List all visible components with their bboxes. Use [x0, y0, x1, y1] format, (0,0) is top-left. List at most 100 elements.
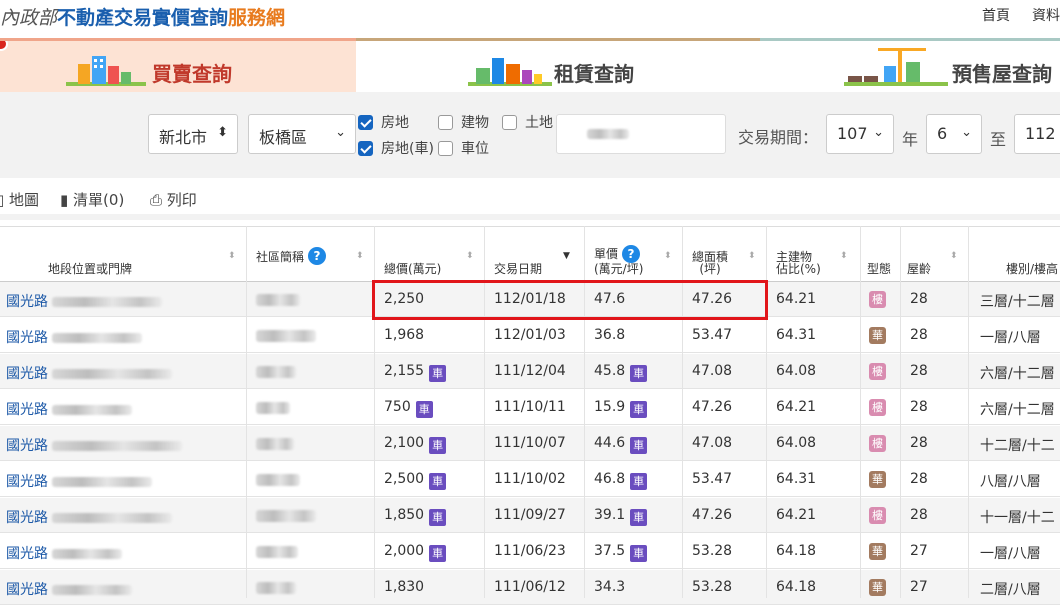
chevron-down-icon: ⌄: [873, 125, 884, 140]
road-name: 國光路: [6, 366, 48, 382]
building-type-badge: 華: [869, 327, 886, 344]
end-year-select[interactable]: 112: [1014, 114, 1060, 154]
blurred-address: [52, 405, 133, 415]
option-parking[interactable]: 車位: [438, 138, 489, 158]
location-cell[interactable]: 國光路: [6, 543, 123, 563]
checkbox-icon[interactable]: [438, 114, 453, 130]
map-label: 地圖: [9, 191, 40, 209]
table-row[interactable]: 國光路 1,830 111/06/12 34.3 53.28 64.18 華 27 二層/八層: [0, 570, 1060, 605]
col-area[interactable]: 總面積 (坪): [692, 227, 728, 283]
age-cell: 27: [910, 543, 928, 559]
tab-presale[interactable]: 預售屋查詢: [760, 38, 1060, 92]
col-floor[interactable]: 樓別/樓高: [1006, 227, 1058, 283]
table-row[interactable]: 國光路 1,850 車 111/09/27 39.1 車 47.26 64.21 樓 28 十一層…: [0, 498, 1060, 533]
data-link[interactable]: 資料: [1032, 8, 1060, 24]
printer-icon: ⎙: [150, 191, 163, 209]
blurred-community: [256, 474, 300, 486]
table-row[interactable]: 國光路 2,100 車 111/10/07 44.6 車 47.08 64.08 樓 28 十二層…: [0, 426, 1060, 461]
sort-icon[interactable]: ⬍: [228, 251, 236, 261]
blurred-text: [587, 129, 629, 139]
area-cell: 53.47: [692, 327, 733, 343]
ratio-cell: 64.08: [776, 435, 817, 451]
location-cell[interactable]: 國光路: [6, 291, 163, 311]
col-date-label: 交易日期: [494, 262, 543, 276]
sort-desc-icon[interactable]: ▼: [563, 251, 570, 261]
sort-icon[interactable]: ⬍: [840, 251, 848, 261]
date-cell: 111/06/23: [494, 543, 566, 559]
ratio-cell: 64.08: [776, 363, 817, 379]
total-price-cell: 2,500 車: [384, 471, 447, 490]
help-icon[interactable]: ?: [622, 245, 641, 263]
district-select[interactable]: 板橋區 ⌄: [248, 114, 356, 154]
parking-badge: 車: [429, 509, 447, 526]
site-logo[interactable]: 內政部不動產交易實價查詢服務網: [0, 3, 285, 30]
help-icon[interactable]: ?: [308, 247, 327, 265]
table-row[interactable]: 國光路 2,155 車 111/12/04 45.8 車 47.08 64.08 樓 28 六層/…: [0, 354, 1060, 389]
table-row[interactable]: 國光路 2,500 車 111/10/02 46.8 車 53.47 64.31 華 28 八層/…: [0, 462, 1060, 497]
road-name: 國光路: [6, 438, 48, 454]
tab-rent[interactable]: 租賃查詢: [356, 38, 760, 92]
column-divider: [682, 226, 683, 598]
date-cell: 112/01/03: [494, 327, 566, 343]
road-name: 國光路: [6, 510, 48, 526]
tab-sale[interactable]: 買賣查詢: [0, 38, 356, 92]
location-cell[interactable]: 國光路: [6, 435, 183, 455]
checkbox-icon[interactable]: [358, 114, 373, 130]
list-button[interactable]: ▮ 清單(0): [60, 189, 124, 210]
total-price-cell: 1,850 車: [384, 507, 447, 526]
col-main-ratio[interactable]: 主建物 佔比(%): [776, 227, 821, 283]
sort-icon[interactable]: ⬍: [466, 251, 474, 261]
floor-cell: 八層/八層: [980, 474, 1041, 490]
location-cell[interactable]: 國光路: [6, 471, 153, 491]
col-location[interactable]: 地段位置或門牌: [48, 227, 132, 283]
col-type[interactable]: 型態: [867, 227, 891, 283]
ratio-cell: 64.31: [776, 327, 817, 343]
col-community[interactable]: 社區簡稱?: [256, 227, 327, 283]
start-year-select[interactable]: 107 ⌄: [826, 114, 894, 154]
print-button[interactable]: ⎙ 列印: [150, 189, 197, 210]
table-row[interactable]: 國光路 1,968 112/01/03 36.8 53.47 64.31 華 28 一層/八層: [0, 318, 1060, 353]
table-row[interactable]: 國光路 2,000 車 111/06/23 37.5 車 53.28 64.18 華 27 一層/…: [0, 534, 1060, 569]
location-cell[interactable]: 國光路: [6, 399, 133, 419]
location-cell[interactable]: 國光路: [6, 327, 143, 347]
option-land[interactable]: 土地: [502, 112, 553, 132]
checkbox-icon[interactable]: [438, 140, 453, 156]
col-total-label: 總價(萬元): [384, 262, 442, 276]
community-cell: [256, 546, 298, 562]
map-button[interactable]: ▯ 地圖: [0, 189, 39, 210]
parking-badge: 車: [630, 473, 648, 490]
sort-icon[interactable]: ⬍: [748, 251, 756, 261]
unit-price: 39.1: [594, 507, 626, 523]
sort-icon[interactable]: ⬍: [356, 251, 364, 261]
unit-price: 34.3: [594, 579, 626, 595]
checkbox-icon[interactable]: [358, 140, 373, 156]
table-row[interactable]: 國光路 750 車 111/10/11 15.9 車 47.26 64.21 樓 28 六層/十二…: [0, 390, 1060, 425]
area-cell: 47.26: [692, 399, 733, 415]
option-land-building[interactable]: 房地: [358, 112, 409, 132]
start-month-select[interactable]: 6 ⌄: [926, 114, 982, 154]
option-land-building-parking[interactable]: 房地(車): [358, 138, 434, 158]
location-cell[interactable]: 國光路: [6, 579, 133, 599]
location-cell[interactable]: 國光路: [6, 363, 173, 383]
col-total-price[interactable]: 總價(萬元): [384, 227, 441, 283]
column-divider: [584, 226, 585, 598]
col-age[interactable]: 屋齡: [907, 227, 931, 283]
location-cell[interactable]: 國光路: [6, 507, 173, 527]
type-cell: 樓: [869, 507, 886, 524]
home-link[interactable]: 首頁: [982, 8, 1010, 24]
floor-cell: 六層/十二層: [980, 366, 1055, 382]
table-row[interactable]: 國光路 2,250 112/01/18 47.6 47.26 64.21 樓 28 三層/十二…: [0, 282, 1060, 317]
sort-icon[interactable]: ⬍: [950, 251, 958, 261]
col-unit-price[interactable]: 單價? (萬元/坪): [594, 227, 643, 283]
parking-badge: 車: [630, 365, 648, 382]
option-building[interactable]: 建物: [438, 112, 489, 132]
sort-icon[interactable]: ⬍: [664, 251, 672, 261]
address-search-input[interactable]: [556, 114, 726, 154]
checkbox-icon[interactable]: [502, 114, 517, 130]
top-header: 內政部不動產交易實價查詢服務網 首頁 資料: [0, 0, 1060, 38]
column-divider: [374, 226, 375, 598]
col-age-label: 屋齡: [907, 262, 932, 276]
col-date[interactable]: 交易日期: [494, 227, 542, 283]
result-toolbar: ▯ 地圖 ▮ 清單(0) ⎙ 列印: [0, 178, 1060, 220]
city-select[interactable]: 新北市 ⬍: [148, 114, 238, 154]
